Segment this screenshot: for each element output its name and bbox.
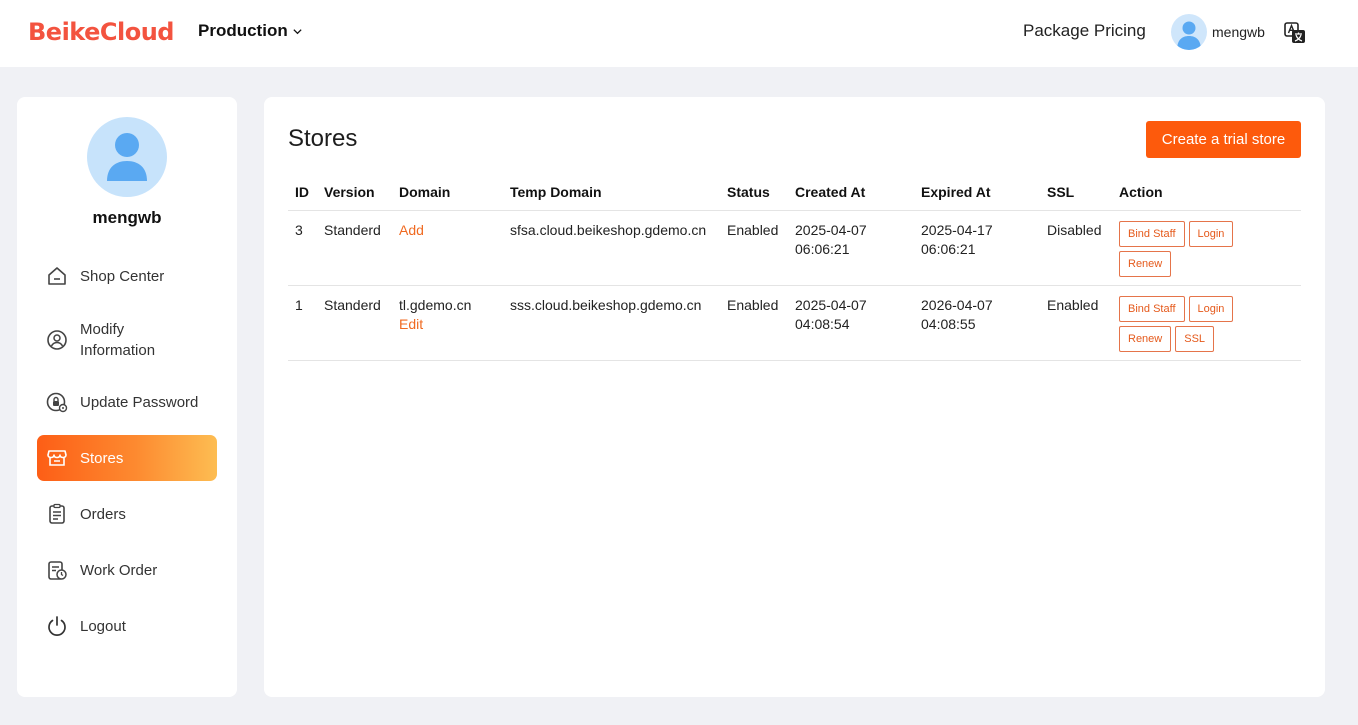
expired-time: 06:06:21 — [921, 241, 976, 257]
password-lock-icon — [46, 392, 68, 413]
column-header-status: Status — [720, 177, 788, 211]
column-header-expired-at: Expired At — [914, 177, 1040, 211]
action-buttons: Bind Staff Login Renew — [1119, 221, 1289, 277]
column-header-version: Version — [317, 177, 392, 211]
sidebar-item-modify-information[interactable]: Modify Information — [37, 319, 217, 361]
table-row: 1 Standerd tl.gdemo.cn Edit sss.cloud.be… — [288, 285, 1301, 361]
orders-icon — [49, 503, 65, 524]
bind-staff-button[interactable]: Bind Staff — [1119, 221, 1185, 247]
bind-staff-button[interactable]: Bind Staff — [1119, 296, 1185, 322]
create-trial-store-button[interactable]: Create a trial store — [1146, 121, 1301, 158]
column-header-domain: Domain — [392, 177, 503, 211]
ssl-button[interactable]: SSL — [1175, 326, 1215, 352]
stores-table: ID Version Domain Temp Domain Status Cre… — [288, 177, 1301, 361]
renew-button[interactable]: Renew — [1119, 251, 1172, 277]
renew-button[interactable]: Renew — [1119, 326, 1172, 352]
created-date: 2025-04-07 — [795, 297, 867, 313]
sidebar-item-label: Update Password — [80, 393, 199, 411]
table-header-row: ID Version Domain Temp Domain Status Cre… — [288, 177, 1301, 211]
cell-ssl: Enabled — [1040, 285, 1112, 361]
user-avatar-icon — [1177, 21, 1201, 50]
environment-dropdown[interactable]: Production — [198, 21, 303, 41]
expired-time: 04:08:55 — [921, 316, 976, 332]
sidebar-item-update-password[interactable]: Update Password — [37, 391, 217, 413]
add-domain-link[interactable]: Add — [399, 221, 424, 240]
cell-created-at: 2025-04-07 06:06:21 — [788, 210, 914, 286]
cell-temp-domain: sfsa.cloud.beikeshop.gdemo.cn — [503, 210, 720, 286]
edit-domain-link[interactable]: Edit — [399, 315, 423, 334]
domain-text: tl.gdemo.cn — [399, 297, 472, 313]
cell-temp-domain: sss.cloud.beikeshop.gdemo.cn — [503, 285, 720, 361]
sidebar-item-label: Orders — [80, 505, 126, 523]
cell-action: Bind Staff Login Renew — [1112, 210, 1301, 286]
cell-status: Enabled — [720, 285, 788, 361]
cell-id: 1 — [288, 285, 317, 361]
created-time: 04:08:54 — [795, 316, 850, 332]
column-header-action: Action — [1112, 177, 1301, 211]
cell-status: Enabled — [720, 210, 788, 286]
column-header-created-at: Created At — [788, 177, 914, 211]
sidebar-item-shop-center[interactable]: Shop Center — [37, 265, 217, 287]
sidebar-username: mengwb — [92, 208, 162, 227]
sidebar: mengwb Shop Center Modify Information Up… — [17, 97, 237, 697]
brand-logo[interactable]: BeikeCloud — [28, 18, 174, 46]
cell-expired-at: 2025-04-17 06:06:21 — [914, 210, 1040, 286]
cell-id: 3 — [288, 210, 317, 286]
sidebar-item-label: Logout — [80, 617, 126, 635]
sidebar-item-orders[interactable]: Orders — [37, 503, 217, 525]
package-pricing-link[interactable]: Package Pricing — [1023, 21, 1146, 41]
cell-created-at: 2025-04-07 04:08:54 — [788, 285, 914, 361]
cell-expired-at: 2026-04-07 04:08:55 — [914, 285, 1040, 361]
home-icon — [48, 267, 66, 285]
sidebar-item-label: Work Order — [80, 561, 158, 579]
sidebar-item-logout[interactable]: Logout — [37, 615, 217, 637]
cell-version: Standerd — [317, 285, 392, 361]
translate-icon[interactable] — [1284, 22, 1306, 44]
work-order-icon — [48, 561, 67, 580]
cell-action: Bind Staff Login Renew SSL — [1112, 285, 1301, 361]
stores-panel: Stores Create a trial store ID Version D… — [264, 97, 1325, 697]
environment-label: Production — [198, 21, 288, 40]
top-bar: BeikeCloud Production Package Pricing me… — [0, 0, 1358, 67]
sidebar-avatar[interactable] — [87, 117, 167, 197]
store-icon — [47, 450, 67, 466]
power-icon — [48, 616, 66, 636]
user-avatar-icon — [107, 133, 147, 181]
expired-date: 2026-04-07 — [921, 297, 993, 313]
table-row: 3 Standerd Add sfsa.cloud.beikeshop.gdem… — [288, 210, 1301, 286]
header-username[interactable]: mengwb — [1212, 24, 1265, 40]
column-header-temp-domain: Temp Domain — [503, 177, 720, 211]
sidebar-item-work-order[interactable]: Work Order — [37, 559, 217, 581]
expired-date: 2025-04-17 — [921, 222, 993, 238]
login-button[interactable]: Login — [1188, 296, 1234, 322]
created-time: 06:06:21 — [795, 241, 850, 257]
cell-domain: tl.gdemo.cn Edit — [392, 285, 503, 361]
user-circle-icon — [47, 330, 67, 350]
column-header-ssl: SSL — [1040, 177, 1112, 211]
sidebar-item-label: Shop Center — [80, 267, 165, 285]
created-date: 2025-04-07 — [795, 222, 867, 238]
cell-ssl: Disabled — [1040, 210, 1112, 286]
action-buttons: Bind Staff Login Renew SSL — [1119, 296, 1289, 352]
avatar[interactable] — [1171, 14, 1207, 50]
cell-version: Standerd — [317, 210, 392, 286]
sidebar-item-stores[interactable]: Stores — [37, 435, 217, 481]
login-button[interactable]: Login — [1188, 221, 1234, 247]
column-header-id: ID — [288, 177, 317, 211]
cell-domain: Add — [392, 210, 503, 286]
page-title: Stores — [288, 125, 358, 152]
chevron-down-icon — [293, 28, 302, 34]
sidebar-item-label: Modify Information — [80, 321, 156, 359]
sidebar-item-label: Stores — [80, 449, 124, 467]
